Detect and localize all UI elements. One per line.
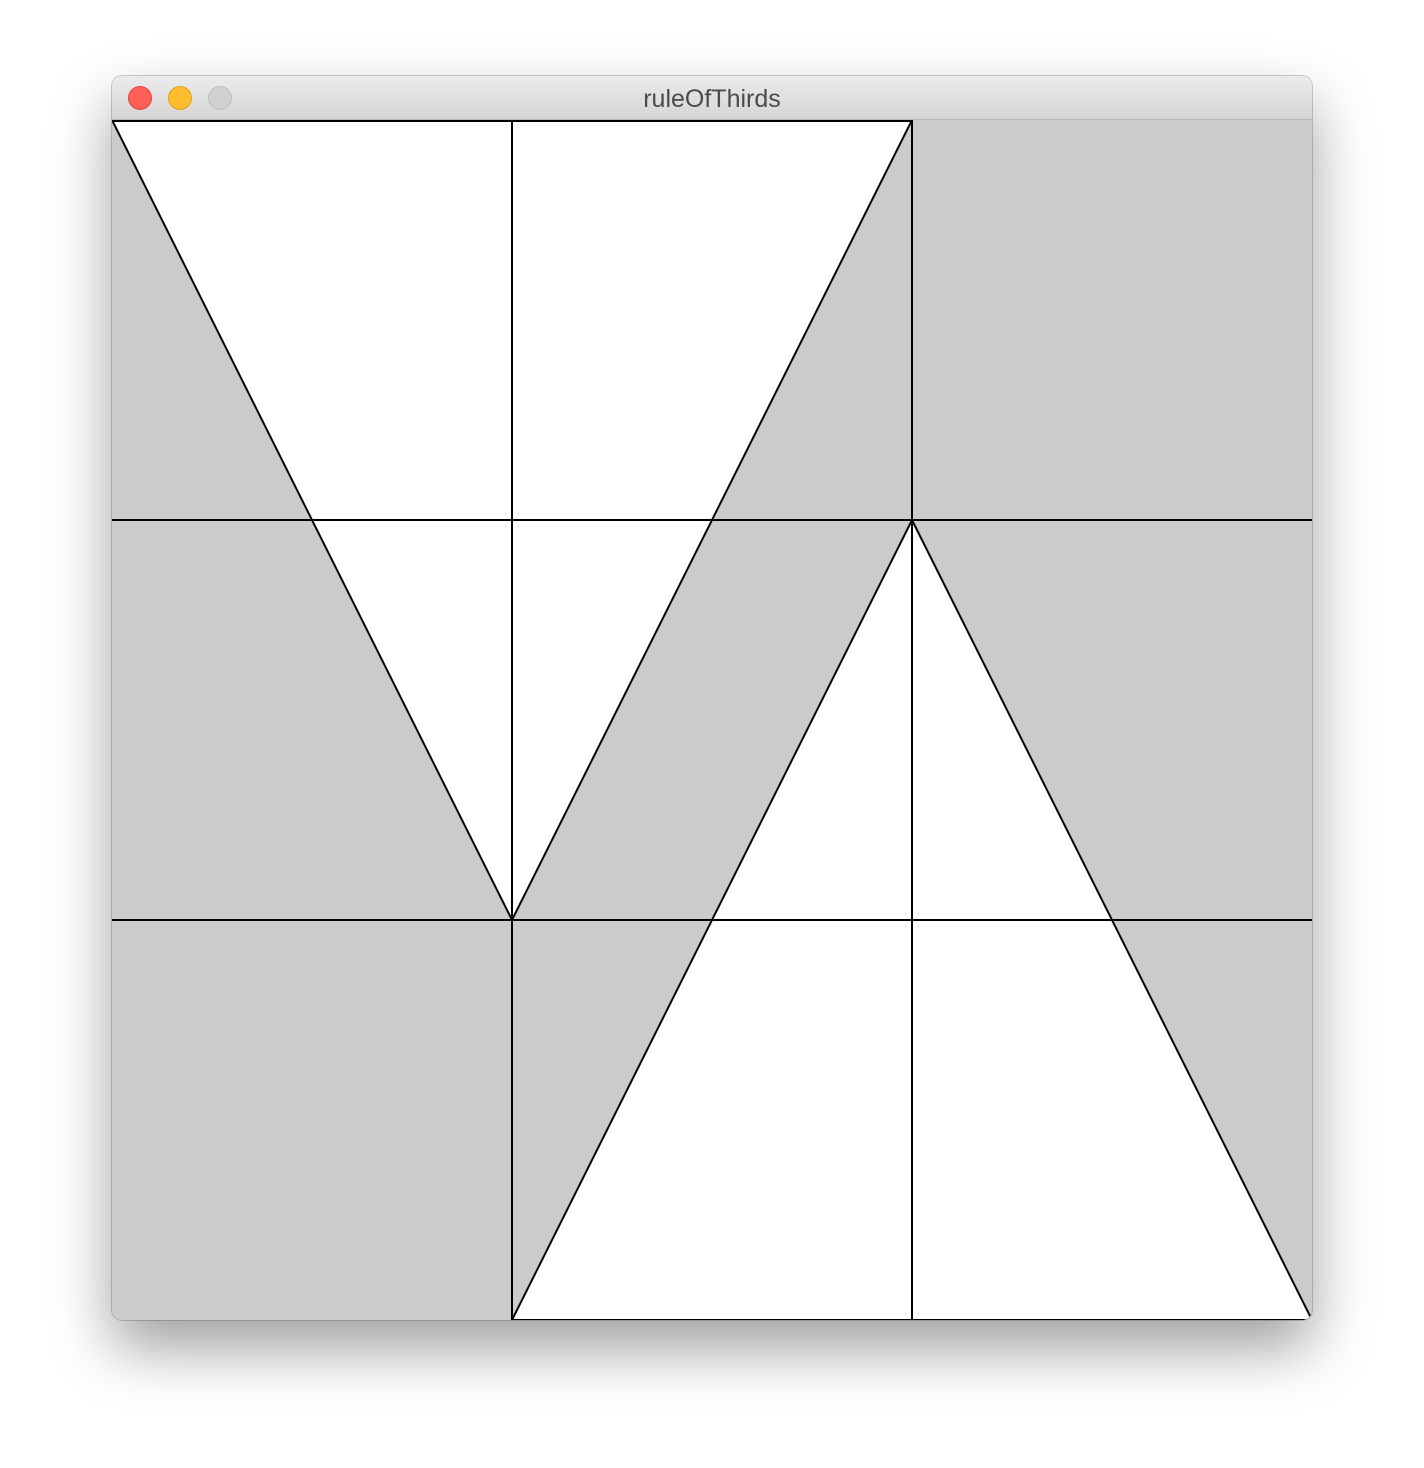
app-window: ruleOfThirds	[112, 76, 1312, 1320]
sketch-canvas	[112, 120, 1312, 1320]
window-title: ruleOfThirds	[643, 85, 781, 113]
title-bar[interactable]: ruleOfThirds	[112, 76, 1312, 120]
